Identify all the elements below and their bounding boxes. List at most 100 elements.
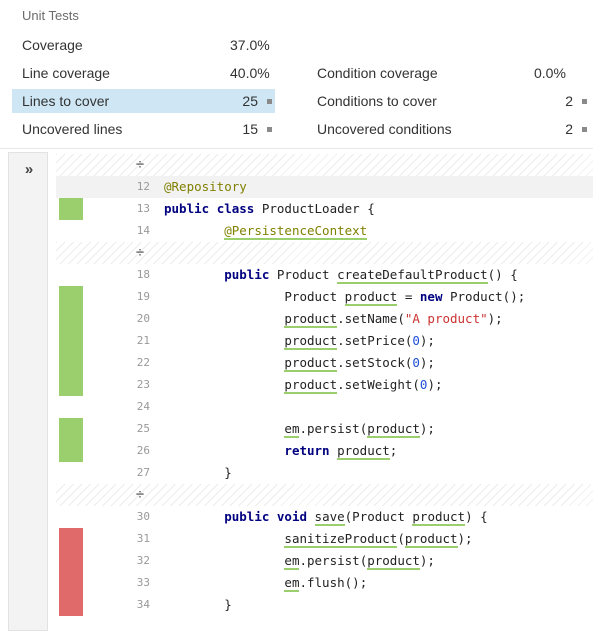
code-line-20: 20 product.setName("A product"); <box>56 308 593 330</box>
code-line-34: 34 } <box>56 594 593 616</box>
unit-tests-metrics-panel: Unit Tests Coverage 37.0% Line coverage … <box>0 0 593 149</box>
code-token: sanitizeProduct <box>284 531 398 548</box>
code-token: Product(); <box>442 289 526 304</box>
covered-marker[interactable] <box>59 308 83 330</box>
expand-gap-row: ÷ <box>56 154 593 176</box>
uncovered-lines-value-wrap[interactable]: 15 <box>212 117 272 141</box>
uncovered-conditions-label: Uncovered conditions <box>317 121 452 137</box>
condition-coverage-label: Condition coverage <box>317 65 438 81</box>
code-line-33: 33 em.flush(); <box>56 572 593 594</box>
code-token: .persist( <box>299 421 368 436</box>
line-coverage-label: Line coverage <box>22 65 110 81</box>
line-number[interactable]: 30 <box>114 506 150 528</box>
line-number[interactable]: 24 <box>114 396 150 418</box>
covered-marker[interactable] <box>59 286 83 308</box>
source-code: } <box>164 462 232 484</box>
code-token: product <box>284 333 338 350</box>
code-token: em <box>284 421 300 438</box>
code-line-13: 13 public class ProductLoader { <box>56 198 593 220</box>
conditions-to-cover-value[interactable]: 2 <box>565 93 573 109</box>
uncovered-marker[interactable] <box>59 572 83 594</box>
line-number[interactable]: 34 <box>114 594 150 616</box>
code-token: = <box>397 289 420 304</box>
section-title: Unit Tests <box>22 8 79 23</box>
code-token: product <box>367 553 420 570</box>
lines-to-cover-value-wrap[interactable]: 25 <box>212 89 272 113</box>
line-number[interactable]: 18 <box>114 264 150 286</box>
covered-marker[interactable] <box>59 352 83 374</box>
code-token: .setPrice( <box>337 333 413 348</box>
covered-marker[interactable] <box>59 198 83 220</box>
code-token: @PersistenceContext <box>224 223 368 240</box>
expand-lines-icon[interactable]: ÷ <box>132 486 148 504</box>
uncovered-conditions-value[interactable]: 2 <box>565 121 573 137</box>
code-token: ); <box>457 531 473 546</box>
line-coverage-value[interactable]: 40.0% <box>230 61 270 85</box>
code-token: product <box>344 289 398 306</box>
source-code: em.persist(product); <box>164 550 435 572</box>
coverage-label: Coverage <box>22 37 83 53</box>
line-number[interactable]: 12 <box>114 176 150 198</box>
uncovered-lines-value[interactable]: 15 <box>242 121 258 137</box>
code-token: } <box>164 597 232 612</box>
code-area: ÷ 12 @Repository 13 public class ProductLoad… <box>56 152 593 631</box>
uncovered-conditions-value-wrap[interactable]: 2 <box>522 117 587 141</box>
code-token: .flush(); <box>299 575 368 590</box>
code-token: ); <box>419 333 435 348</box>
code-token: class <box>216 201 255 216</box>
line-number[interactable]: 25 <box>114 418 150 440</box>
coverage-value[interactable]: 37.0% <box>230 33 270 57</box>
code-line-14: 14 @PersistenceContext <box>56 220 593 242</box>
code-line-18: 18 public Product createDefaultProduct()… <box>56 264 593 286</box>
code-token: createDefaultProduct <box>337 267 488 284</box>
uncovered-marker[interactable] <box>59 550 83 572</box>
code-line-30: 30 public void save(Product product) { <box>56 506 593 528</box>
code-token: product <box>284 377 338 394</box>
code-token: return <box>284 443 330 458</box>
line-number[interactable]: 33 <box>114 572 150 594</box>
line-number[interactable]: 22 <box>114 352 150 374</box>
lines-to-cover-value[interactable]: 25 <box>242 93 258 109</box>
code-token: ; <box>389 443 398 458</box>
coverage-row: Coverage 37.0% <box>12 33 592 57</box>
covered-marker[interactable] <box>59 418 83 440</box>
code-token: product <box>284 311 338 328</box>
condition-coverage-value[interactable]: 0.0% <box>534 61 566 85</box>
line-number[interactable]: 19 <box>114 286 150 308</box>
source-code: @Repository <box>164 176 247 198</box>
line-number[interactable]: 26 <box>114 440 150 462</box>
code-line-21: 21 product.setPrice(0); <box>56 330 593 352</box>
conditions-to-cover-value-wrap[interactable]: 2 <box>522 89 587 113</box>
code-token: product <box>284 355 338 372</box>
covered-marker[interactable] <box>59 440 83 462</box>
expand-lines-icon[interactable]: ÷ <box>132 244 148 262</box>
square-marker-icon <box>267 98 272 104</box>
expand-lines-icon[interactable]: ÷ <box>132 156 148 174</box>
code-line-22: 22 product.setStock(0); <box>56 352 593 374</box>
line-number[interactable]: 32 <box>114 550 150 572</box>
covered-marker[interactable] <box>59 330 83 352</box>
line-number[interactable]: 27 <box>114 462 150 484</box>
code-token: () { <box>487 267 518 282</box>
code-line-23: 23 product.setWeight(0); <box>56 374 593 396</box>
line-number[interactable]: 23 <box>114 374 150 396</box>
line-number[interactable]: 14 <box>114 220 150 242</box>
uncovered-marker[interactable] <box>59 594 83 616</box>
line-number[interactable]: 20 <box>114 308 150 330</box>
code-line-26: 26 return product; <box>56 440 593 462</box>
expand-sidebar-icon[interactable]: » <box>9 161 49 181</box>
uncovered-marker[interactable] <box>59 528 83 550</box>
line-number[interactable]: 13 <box>114 198 150 220</box>
code-token: ); <box>419 553 435 568</box>
line-number[interactable]: 31 <box>114 528 150 550</box>
covered-marker[interactable] <box>59 374 83 396</box>
source-code: return product; <box>164 440 397 462</box>
line-number[interactable]: 21 <box>114 330 150 352</box>
